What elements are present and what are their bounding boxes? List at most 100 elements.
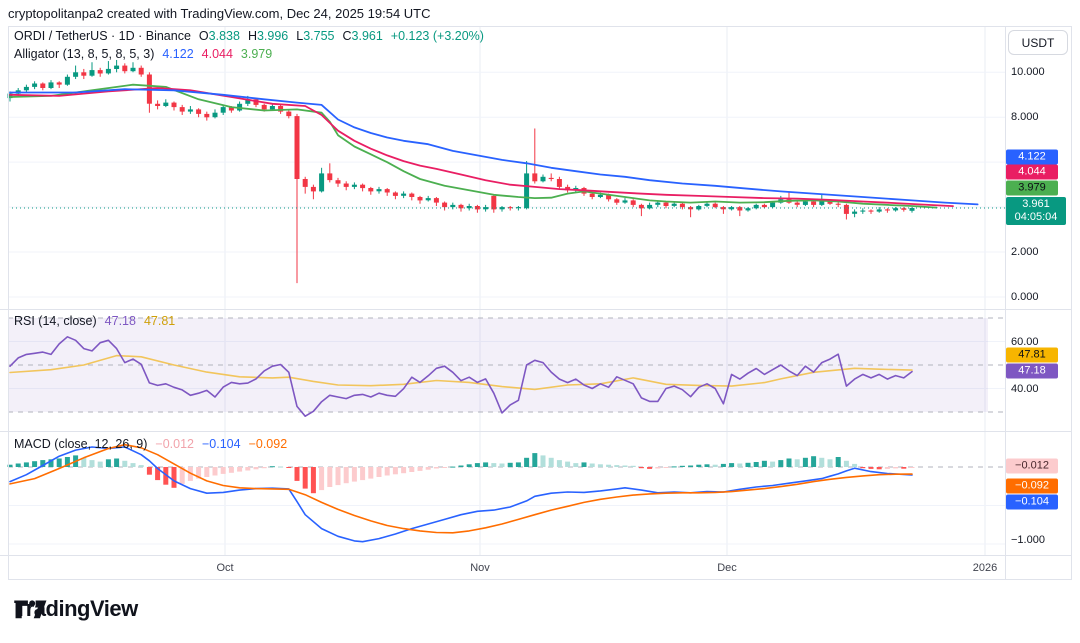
low-value: 3.755 — [303, 29, 335, 43]
rsi-value: 47.18 — [104, 314, 136, 328]
candle-body — [852, 211, 858, 214]
candle-body — [491, 195, 497, 210]
candle-body — [384, 189, 390, 193]
tradingview-logo[interactable]: TradingView — [14, 596, 138, 622]
macd-histogram-bar — [876, 467, 882, 470]
candle-body — [745, 208, 751, 211]
candle-body — [884, 209, 890, 211]
candle-body — [155, 103, 161, 106]
candle-body — [302, 179, 308, 187]
macd-histogram-bar — [729, 463, 735, 467]
macd-histogram-bar — [417, 467, 423, 471]
macd-histogram-bar — [146, 467, 152, 475]
macd-histogram-bar — [704, 464, 710, 467]
candle-body — [442, 202, 448, 208]
price-tick-label[interactable]: 10.000 — [1011, 66, 1045, 78]
macd-histogram-bar — [384, 467, 390, 476]
macd-histogram-bar — [712, 464, 718, 467]
rsi-title: RSI (14, close) — [14, 314, 97, 328]
symbol-legend[interactable]: ORDI / TetherUS · 1D · Binance O3.838 H3… — [14, 29, 484, 43]
macd-histogram-bar — [507, 462, 513, 467]
macd-histogram-bar — [261, 467, 267, 469]
candle-body — [409, 193, 415, 197]
macd-histogram-bar — [827, 459, 833, 467]
time-axis-label[interactable]: 2026 — [973, 562, 997, 574]
macd-histogram-bar — [237, 467, 243, 472]
price-tick-label[interactable]: 0.000 — [1011, 291, 1039, 303]
candle-body — [466, 206, 472, 209]
macd-histogram-bar — [614, 465, 620, 467]
candle-body — [187, 109, 193, 112]
macd-histogram-bar — [204, 467, 210, 477]
macd-histogram-bar — [360, 467, 366, 481]
candle-body — [105, 68, 111, 74]
macd-legend[interactable]: MACD (close, 12, 26, 9) −0.012 −0.104 −0… — [14, 437, 287, 451]
macd-histogram-bar — [753, 462, 759, 467]
macd-hist-value: −0.012 — [155, 437, 194, 451]
candle-body — [425, 198, 431, 201]
candle-body — [23, 86, 29, 91]
macd-histogram-bar — [548, 457, 554, 467]
macd-histogram-bar — [909, 467, 915, 468]
macd-histogram-bar — [540, 455, 546, 467]
macd-histogram-bar — [630, 465, 636, 467]
candle-body — [589, 193, 595, 197]
candle-body — [532, 173, 538, 182]
candle-body — [704, 203, 710, 206]
high-value: 3.996 — [256, 29, 289, 43]
macd-histogram-bar — [819, 457, 825, 467]
rsi-tick-label[interactable]: 40.00 — [1011, 383, 1039, 395]
macd-histogram-bar — [351, 467, 357, 482]
candle-body — [286, 111, 292, 117]
macd-histogram-bar — [606, 464, 612, 467]
macd-histogram-bar — [327, 467, 333, 487]
alligator-legend[interactable]: Alligator (13, 8, 5, 8, 5, 3) 4.122 4.04… — [14, 47, 272, 61]
macd-histogram-bar — [253, 467, 259, 470]
price-tag: 3.961 04:05:04 — [1006, 197, 1066, 225]
rsi-legend[interactable]: RSI (14, close) 47.18 47.81 — [14, 314, 175, 328]
macd-tick-label[interactable]: −1.000 — [1011, 534, 1045, 546]
ohlc-low: L3.755 — [296, 29, 334, 43]
macd-histogram-bar — [442, 467, 448, 468]
candle-body — [860, 210, 866, 212]
change-value: +0.123 (+3.20%) — [390, 29, 484, 43]
currency-toggle-button[interactable]: USDT — [1008, 30, 1068, 55]
macd-histogram-bar — [269, 466, 275, 468]
macd-histogram-bar — [335, 467, 341, 486]
candle-body — [622, 200, 628, 203]
alligator-teeth-line — [9, 87, 954, 208]
time-axis-label[interactable]: Oct — [216, 562, 233, 574]
candle-body — [73, 72, 79, 77]
candle-body — [655, 202, 661, 205]
candle-body — [876, 209, 882, 212]
macd-histogram-bar — [368, 467, 374, 479]
candle-body — [630, 200, 636, 205]
macd-histogram-bar — [458, 465, 464, 467]
macd-histogram-bar — [302, 467, 308, 489]
rsi-tick-label[interactable]: 60.00 — [1011, 336, 1039, 348]
macd-histogram-bar — [122, 460, 128, 467]
candle-body — [204, 113, 210, 118]
candle-body — [81, 72, 87, 76]
candle-body — [737, 207, 743, 211]
macd-histogram-bar — [778, 460, 784, 467]
macd-histogram-bar — [802, 457, 808, 467]
macd-histogram-bar — [97, 461, 103, 467]
time-axis-label[interactable]: Nov — [470, 562, 490, 574]
candle-body — [294, 116, 300, 179]
macd-histogram-bar — [220, 467, 226, 474]
price-tick-label[interactable]: 8.000 — [1011, 111, 1039, 123]
macd-histogram-bar — [294, 467, 300, 481]
macd-histogram-bar — [671, 466, 677, 468]
alligator-lips-value: 3.979 — [240, 47, 273, 61]
candle-body — [392, 192, 398, 196]
candle-body — [679, 203, 685, 208]
candle-body — [261, 104, 267, 110]
macd-tag: −0.092 — [1006, 478, 1058, 494]
candle-body — [556, 179, 562, 187]
time-axis-label[interactable]: Dec — [717, 562, 737, 574]
macd-histogram-bar — [647, 467, 653, 469]
price-tick-label[interactable]: 2.000 — [1011, 246, 1039, 258]
macd-histogram-bar — [581, 462, 587, 467]
macd-histogram-bar — [171, 467, 177, 488]
